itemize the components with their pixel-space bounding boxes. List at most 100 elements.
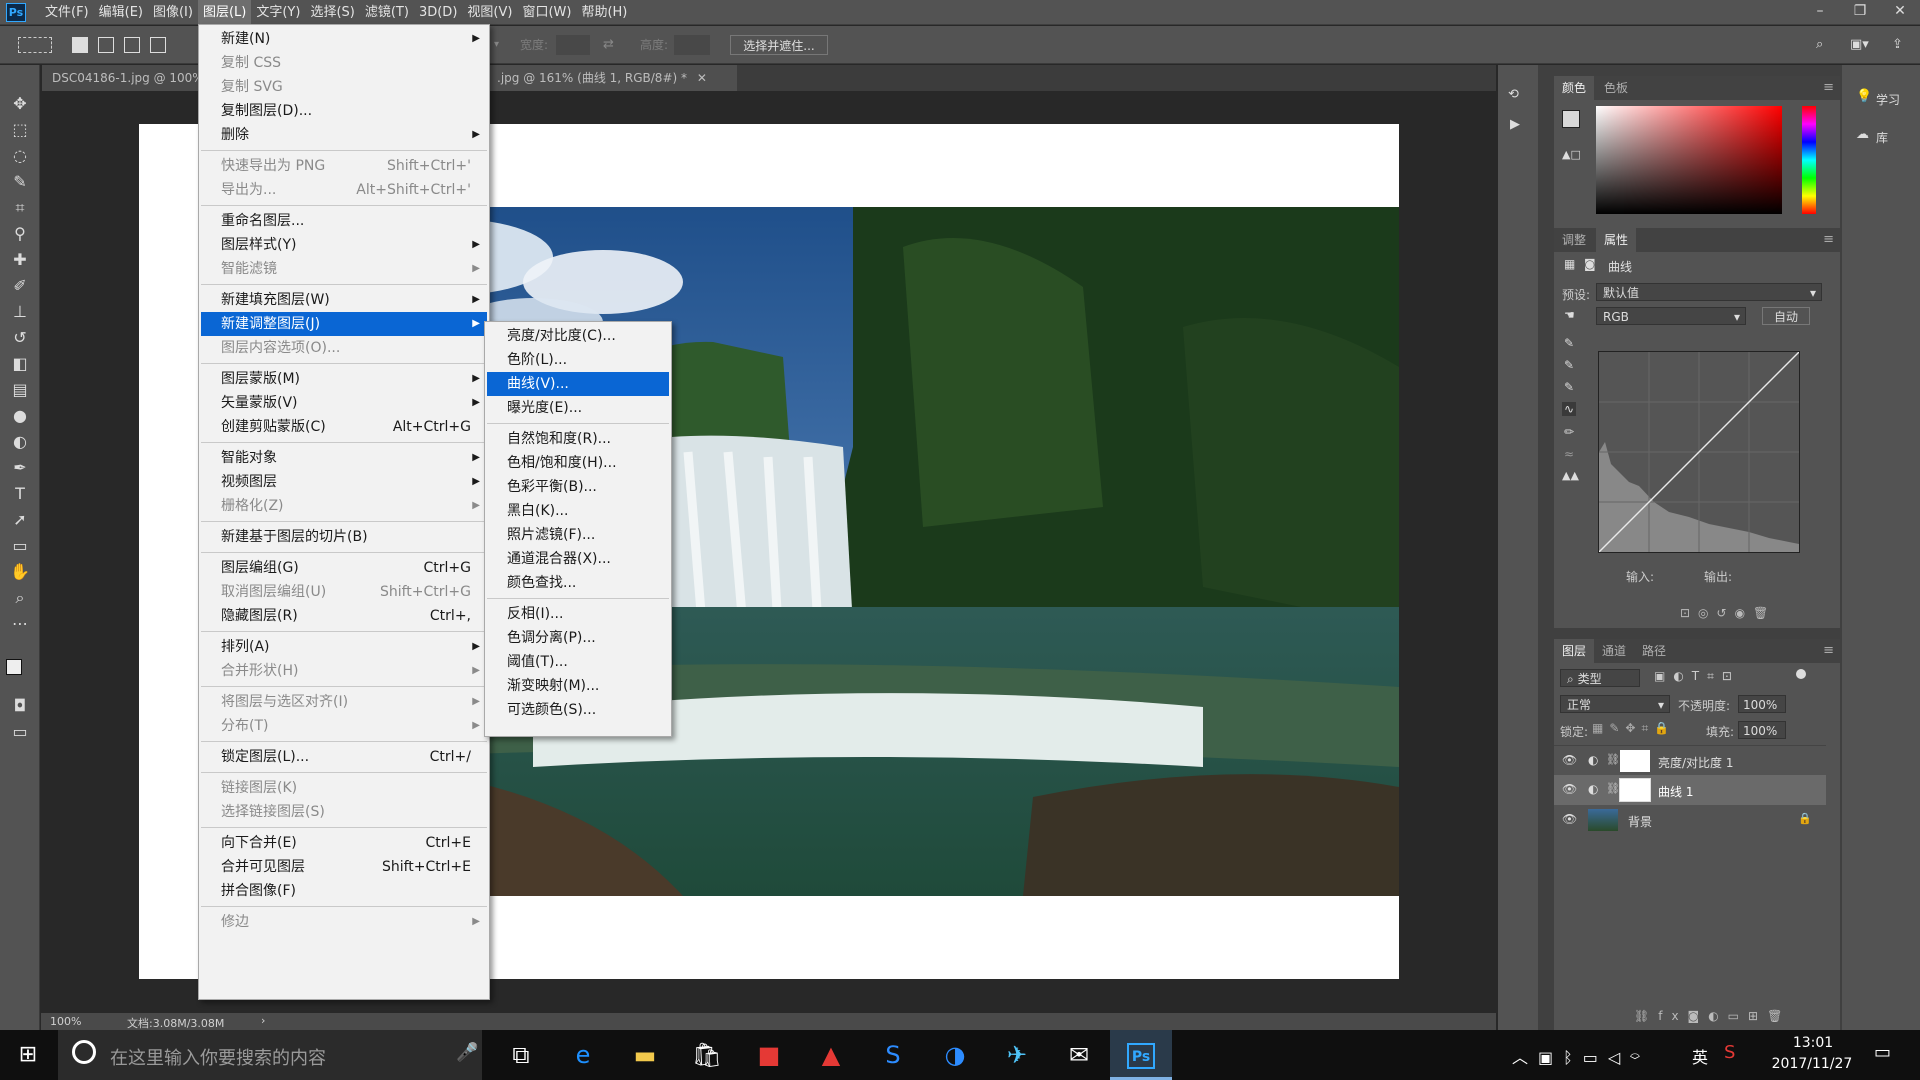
- pdf-app-icon[interactable]: ▲: [800, 1030, 862, 1080]
- tab-document-1[interactable]: DSC04186-1.jpg @ 100%: [42, 65, 204, 91]
- system-tray-icons[interactable]: ︿▣ᛒ▭◁⌔: [1512, 1044, 1650, 1068]
- properties-footer-icons[interactable]: ⊡◎↺◉🗑: [1680, 606, 1776, 620]
- menu-item[interactable]: 锁定图层(L)... Ctrl+/: [201, 745, 487, 769]
- visibility-eye-icon[interactable]: 👁: [1562, 753, 1577, 767]
- fill-input[interactable]: 100%: [1738, 721, 1786, 739]
- menu-item-3[interactable]: 图层(L): [197, 0, 252, 25]
- menu-item-0[interactable]: 文件(F): [40, 0, 94, 25]
- submenu-item[interactable]: 亮度/对比度(C)...: [487, 324, 669, 348]
- clock-date[interactable]: 2017/11/27: [1762, 1056, 1862, 1072]
- menu-item[interactable]: 新建填充图层(W) ▶: [201, 288, 487, 312]
- swap-icon[interactable]: ⇄: [603, 35, 621, 55]
- rectangle-tool-icon[interactable]: ▭: [8, 535, 32, 557]
- submenu-item[interactable]: 自然饱和度(R)...: [487, 427, 669, 451]
- clone-stamp-tool-icon[interactable]: ⊥: [8, 301, 32, 323]
- sogou-browser-icon[interactable]: S: [862, 1030, 924, 1080]
- channel-dropdown[interactable]: RGB ▾: [1596, 307, 1746, 325]
- new-selection-icon[interactable]: [72, 37, 88, 53]
- menu-item-10[interactable]: 帮助(H): [576, 0, 632, 25]
- link-chain-icon[interactable]: ⛓: [1606, 753, 1620, 766]
- search-icon[interactable]: ⌕: [1816, 35, 1823, 55]
- submenu-item[interactable]: 颜色查找...: [487, 571, 669, 595]
- menu-item-4[interactable]: 文字(Y): [251, 0, 305, 25]
- auto-button[interactable]: 自动: [1762, 307, 1810, 325]
- panel-menu-icon[interactable]: ≡: [1823, 643, 1834, 658]
- tab-adjustments[interactable]: 调整: [1554, 228, 1594, 252]
- tab-document-2[interactable]: .jpg @ 161% (曲线 1, RGB/8#) * ✕: [487, 65, 737, 91]
- add-selection-icon[interactable]: [98, 37, 114, 53]
- path-select-tool-icon[interactable]: ➚: [8, 509, 32, 531]
- history-brush-tool-icon[interactable]: ↺: [8, 327, 32, 349]
- preset-dropdown[interactable]: 默认值 ▾: [1596, 283, 1822, 301]
- eyedropper-tool-icon[interactable]: ⚲: [8, 223, 32, 245]
- layer-mask-thumbnail[interactable]: [1620, 750, 1650, 772]
- edge-browser-icon[interactable]: e: [552, 1030, 614, 1080]
- menu-item[interactable]: 新建基于图层的切片(B): [201, 525, 487, 549]
- menu-item[interactable]: 向下合并(E) Ctrl+E: [201, 831, 487, 855]
- lock-options-icons[interactable]: ▦✎✥⌗🔒: [1592, 721, 1675, 736]
- menu-item[interactable]: 图层蒙版(M) ▶: [201, 367, 487, 391]
- layer-filter-dropdown[interactable]: ⌕ 类型: [1560, 669, 1640, 687]
- menu-item[interactable]: 复制图层(D)...: [201, 99, 487, 123]
- zoom-tool-icon[interactable]: ⌕: [8, 587, 32, 609]
- screen-mode-icon[interactable]: ▭: [8, 721, 32, 743]
- red-app-icon[interactable]: ■: [738, 1030, 800, 1080]
- file-explorer-icon[interactable]: ▬: [614, 1030, 676, 1080]
- visibility-eye-icon[interactable]: 👁: [1562, 812, 1577, 826]
- panel-menu-icon[interactable]: ≡: [1823, 232, 1834, 247]
- marquee-tool-icon[interactable]: ⬚: [8, 119, 32, 141]
- submenu-item[interactable]: 阈值(T)...: [487, 650, 669, 674]
- menu-item[interactable]: 重命名图层...: [201, 209, 487, 233]
- targeted-adjust-icon[interactable]: ☚: [1564, 308, 1575, 322]
- tab-layers[interactable]: 图层: [1554, 639, 1595, 663]
- actions-play-icon[interactable]: ▶: [1510, 117, 1520, 132]
- menu-item-5[interactable]: 选择(S): [305, 0, 359, 25]
- submenu-item[interactable]: 可选颜色(S)...: [487, 698, 669, 722]
- close-icon[interactable]: ✕: [1880, 0, 1920, 25]
- share-icon[interactable]: ⇪: [1892, 35, 1903, 55]
- layer-row-selected[interactable]: 👁 ◐ ⛓ 曲线 1: [1554, 775, 1826, 805]
- color-picker-field[interactable]: [1596, 106, 1782, 214]
- history-icon[interactable]: ⟲: [1508, 87, 1519, 102]
- submenu-item[interactable]: 曝光度(E)...: [487, 396, 669, 420]
- width-input[interactable]: [556, 35, 590, 55]
- menu-item-2[interactable]: 图像(I): [148, 0, 198, 25]
- marquee-preset-icon[interactable]: [18, 37, 52, 53]
- menu-item-8[interactable]: 视图(V): [462, 0, 517, 25]
- microphone-icon[interactable]: 🎤: [456, 1042, 478, 1063]
- workspace-icon[interactable]: ▣▾: [1850, 35, 1869, 55]
- white-point-eyedropper-icon[interactable]: ✎: [1564, 380, 1574, 394]
- style-dropdown-arrow-icon[interactable]: ▾: [494, 35, 510, 55]
- tab-color[interactable]: 颜色: [1554, 76, 1595, 100]
- blur-tool-icon[interactable]: ●: [8, 405, 32, 427]
- menu-item[interactable]: 智能对象 ▶: [201, 446, 487, 470]
- submenu-item[interactable]: 照片滤镜(F)...: [487, 523, 669, 547]
- menu-item[interactable]: 图层样式(Y) ▶: [201, 233, 487, 257]
- menu-item[interactable]: 新建(N) ▶: [201, 27, 487, 51]
- smooth-curve-icon[interactable]: ≈: [1564, 447, 1574, 461]
- sogou-ime-icon[interactable]: S: [1724, 1042, 1735, 1063]
- menu-item[interactable]: 隐藏图层(R) Ctrl+,: [201, 604, 487, 628]
- height-input[interactable]: [674, 35, 710, 55]
- menu-item[interactable]: 图层编组(G) Ctrl+G: [201, 556, 487, 580]
- layer-mask-icon[interactable]: ◙: [1584, 257, 1596, 271]
- menu-item[interactable]: 创建剪贴蒙版(C) Alt+Ctrl+G: [201, 415, 487, 439]
- layer-filter-icons[interactable]: ▣◐T⌗⊡: [1654, 669, 1740, 684]
- sogou-explorer-icon[interactable]: ◑: [924, 1030, 986, 1080]
- photoshop-taskbar-icon[interactable]: Ps: [1110, 1030, 1172, 1080]
- tab-swatches[interactable]: 色板: [1596, 76, 1636, 100]
- menu-item[interactable]: 合并可见图层 Shift+Ctrl+E: [201, 855, 487, 879]
- menu-item[interactable]: 拼合图像(F): [201, 879, 487, 903]
- foreground-swatch[interactable]: [1562, 110, 1580, 128]
- eraser-tool-icon[interactable]: ◧: [8, 353, 32, 375]
- blend-mode-dropdown[interactable]: 正常 ▾: [1560, 695, 1670, 713]
- layer-row[interactable]: 👁 背景 🔒: [1554, 805, 1826, 835]
- hand-tool-icon[interactable]: ✋: [8, 561, 32, 583]
- visibility-eye-icon[interactable]: 👁: [1562, 782, 1577, 796]
- layer-image-thumbnail[interactable]: [1588, 809, 1618, 831]
- lasso-tool-icon[interactable]: ◌: [8, 145, 32, 167]
- submenu-item[interactable]: 色相/饱和度(H)...: [487, 451, 669, 475]
- filter-toggle-icon[interactable]: [1796, 669, 1806, 679]
- gray-point-eyedropper-icon[interactable]: ✎: [1564, 358, 1574, 372]
- crop-tool-icon[interactable]: ⌗: [8, 197, 32, 219]
